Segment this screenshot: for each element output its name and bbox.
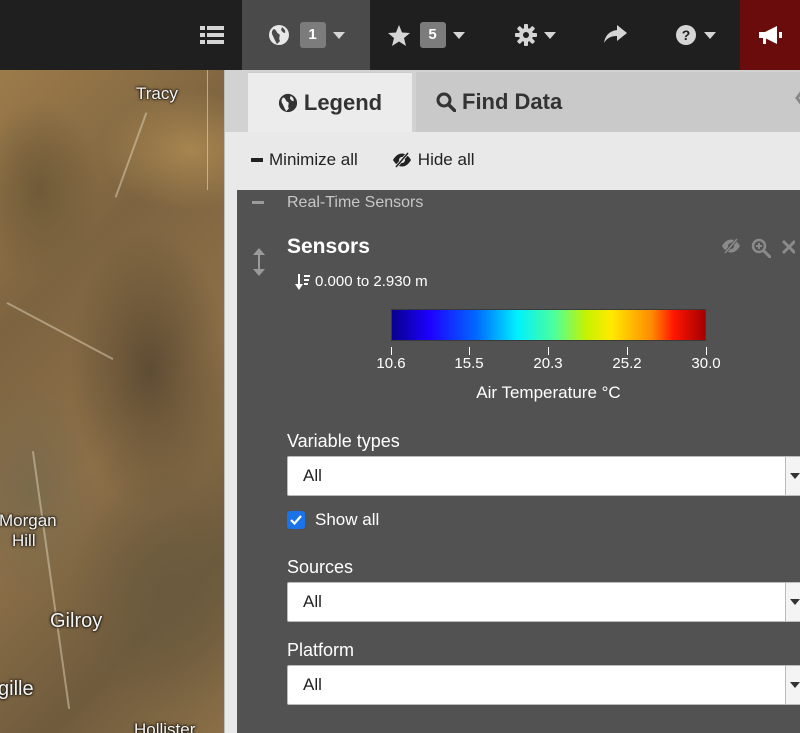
gear-icon — [514, 24, 537, 46]
help-dropdown-button[interactable]: ? — [650, 0, 740, 70]
eye-slash-icon — [392, 152, 411, 168]
sources-label: Sources — [287, 557, 354, 577]
tick-label: 30.0 — [691, 355, 721, 372]
map-road — [114, 112, 148, 198]
settings-dropdown-button[interactable] — [490, 0, 580, 70]
chevron-down-icon — [703, 31, 716, 39]
tick-label: 10.6 — [376, 355, 406, 372]
tick-label: 20.3 — [533, 355, 563, 372]
chevron-down-icon — [543, 31, 556, 39]
star-icon — [387, 24, 410, 46]
favorites-count-badge: 5 — [419, 22, 446, 48]
platform-select[interactable]: All — [287, 665, 800, 705]
minimize-all-button[interactable]: Minimize all — [251, 150, 358, 170]
layer-tools — [721, 238, 795, 258]
tab-legend-label: Legend — [303, 89, 383, 115]
show-all-row: Show all — [287, 510, 379, 530]
chevron-down-icon — [452, 31, 465, 39]
tick-label: 15.5 — [454, 355, 484, 372]
layers-dropdown-button[interactable]: 1 — [242, 0, 370, 70]
close-icon[interactable] — [781, 238, 795, 254]
hide-all-label: Hide all — [417, 150, 475, 169]
share-arrow-icon — [604, 25, 627, 43]
list-icon — [200, 26, 224, 44]
tick-mark — [548, 347, 549, 355]
group-title: Real-Time Sensors — [287, 194, 424, 211]
platform-label: Platform — [287, 640, 355, 660]
legend-actions: Minimize all Hide all — [225, 132, 800, 188]
map-road — [31, 451, 71, 709]
zoom-in-icon[interactable] — [751, 238, 771, 258]
variable-types-select[interactable]: All — [287, 456, 800, 496]
place-label: Hollister — [134, 720, 196, 733]
show-all-checkbox[interactable] — [287, 511, 305, 529]
share-button[interactable] — [585, 0, 645, 70]
announcements-button[interactable] — [740, 0, 800, 70]
chevron-down-icon — [785, 457, 800, 495]
color-scale-title: Air Temperature °C — [476, 383, 621, 402]
tab-legend[interactable]: Legend — [248, 72, 412, 132]
tick-mark — [391, 347, 392, 355]
place-label: gille — [0, 678, 34, 700]
panel-tabs: Legend Find Data — [225, 70, 800, 132]
legend-layer-card: Real-Time Sensors Sensors 0.000 to 2.930… — [237, 190, 800, 733]
place-label: Hill — [12, 531, 36, 550]
platform-value: All — [303, 675, 322, 694]
hide-all-button[interactable]: Hide all — [392, 150, 475, 170]
layer-list-button[interactable] — [183, 0, 241, 70]
sources-value: All — [303, 592, 322, 611]
favorites-dropdown-button[interactable]: 5 — [370, 0, 482, 70]
question-circle-icon: ? — [675, 25, 696, 45]
variable-types-label: Variable types — [287, 431, 400, 451]
sort-depth-icon — [295, 273, 310, 290]
minimize-all-label: Minimize all — [269, 150, 358, 169]
depth-range-text: 0.000 to 2.930 m — [315, 273, 428, 290]
svg-text:?: ? — [681, 27, 690, 43]
layers-count-badge: 1 — [299, 22, 326, 48]
map-road — [6, 301, 114, 361]
checkmark-icon — [290, 515, 302, 525]
chevron-down-icon — [332, 31, 345, 39]
tick-mark — [706, 347, 707, 355]
show-all-label: Show all — [315, 510, 380, 529]
globe-icon — [268, 25, 289, 45]
chevron-down-icon — [785, 583, 800, 621]
drag-handle-icon[interactable] — [252, 248, 266, 281]
tick-label: 25.2 — [612, 355, 642, 372]
search-icon — [436, 92, 456, 112]
sources-select[interactable]: All — [287, 582, 800, 622]
minus-icon — [251, 158, 263, 162]
variable-types-value: All — [303, 466, 322, 485]
color-scale-labels: 10.6 15.5 20.3 25.2 30.0 — [357, 355, 742, 375]
color-scale-bar — [391, 309, 706, 341]
place-label: Gilroy — [50, 610, 103, 632]
megaphone-icon — [759, 26, 782, 44]
eye-slash-icon[interactable] — [721, 238, 741, 254]
layer-title: Sensors — [287, 235, 370, 258]
collapse-panel-icon[interactable] — [795, 86, 800, 116]
tick-mark — [627, 347, 628, 355]
top-toolbar: 1 5 ? — [0, 0, 800, 70]
depth-range: 0.000 to 2.930 m — [295, 273, 428, 290]
county-boundary — [207, 70, 208, 190]
tick-mark — [469, 347, 470, 355]
tab-find-data-label: Find Data — [462, 89, 563, 114]
chevron-down-icon — [785, 666, 800, 704]
place-label: Tracy — [136, 84, 178, 103]
group-collapse-button[interactable] — [252, 201, 264, 204]
place-label: Morgan — [0, 511, 57, 530]
globe-icon — [278, 93, 297, 112]
side-panel: Legend Find Data Minimize all Hide all R… — [224, 70, 800, 733]
map-view[interactable]: Tracy Morgan Hill Gilroy gille Hollister — [0, 70, 224, 733]
tab-find-data[interactable]: Find Data — [416, 72, 800, 132]
